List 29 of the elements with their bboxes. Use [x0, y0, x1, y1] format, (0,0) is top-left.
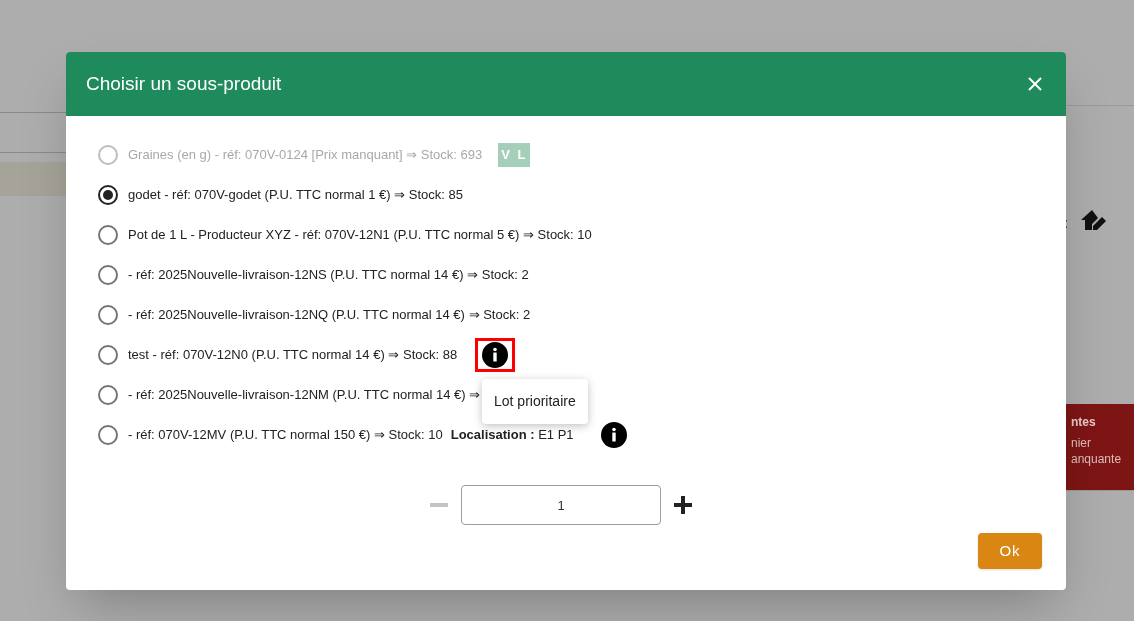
tooltip: Lot prioritaire: [482, 379, 588, 424]
info-icon[interactable]: [475, 338, 516, 372]
quantity-field[interactable]: 1: [461, 485, 661, 525]
option-label[interactable]: Pot de 1 L - Producteur XYZ - réf: 070V-12N1 (P.U. TTC normal 5 €) ⇒ Stock: 10: [128, 225, 592, 245]
alert-text: nier: [1071, 436, 1092, 451]
option-label[interactable]: - réf: 070V-12MV (P.U. TTC normal 150 €) ⇒ Stock: 10: [128, 425, 443, 445]
radio-button[interactable]: [98, 225, 118, 245]
option-label[interactable]: godet - réf: 070V-godet (P.U. TTC normal 1 €) ⇒ Stock: 85: [128, 185, 463, 205]
radio-button[interactable]: [98, 265, 118, 285]
minus-icon: [430, 503, 448, 507]
page-band: [0, 162, 66, 196]
radio-button[interactable]: [98, 385, 118, 405]
radio-button[interactable]: [98, 305, 118, 325]
dialog-title: Choisir un sous-produit: [86, 71, 282, 96]
plus-button[interactable]: [673, 495, 693, 515]
radio-button[interactable]: [98, 425, 118, 445]
alert-title: ntes: [1071, 414, 1097, 431]
plus-icon: [674, 496, 692, 514]
alert-text: anquante: [1071, 452, 1123, 467]
option-label[interactable]: - réf: 2025Nouvelle-livraison-12NM (P.U. TTC normal 14 €) ⇒: [128, 385, 481, 405]
radio-button[interactable]: [98, 345, 118, 365]
location-text: Localisation : E1 P1: [450, 426, 574, 445]
option-label[interactable]: - réf: 2025Nouvelle-livraison-12NS (P.U. TTC normal 14 €) ⇒ Stock: 2: [128, 265, 529, 285]
info-icon[interactable]: [600, 422, 627, 448]
option-label[interactable]: test - réf: 070V-12N0 (P.U. TTC normal 14 €) ⇒ Stock: 88: [128, 345, 458, 365]
tag: V L: [498, 143, 531, 167]
radio-button[interactable]: [98, 185, 118, 205]
page-label: :: [1064, 213, 1069, 233]
option-label[interactable]: - réf: 2025Nouvelle-livraison-12NQ (P.U. TTC normal 14 €) ⇒ Stock: 2: [128, 305, 531, 325]
